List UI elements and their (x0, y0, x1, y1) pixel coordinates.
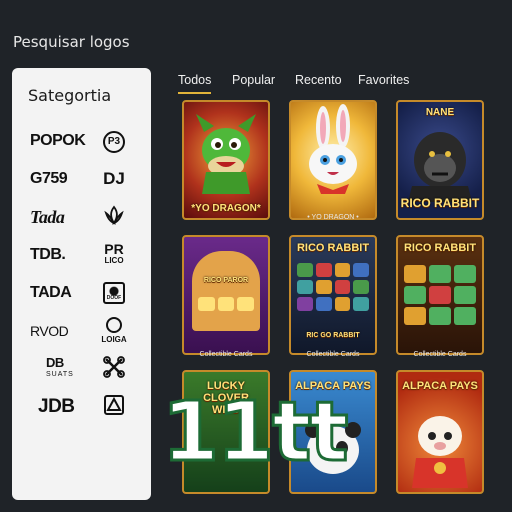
logo-rvod[interactable]: RVOD (12, 323, 94, 339)
reel-cell (198, 297, 215, 311)
logo-triangle-box[interactable] (94, 394, 134, 420)
reel-cell (454, 286, 476, 304)
sidebar-title: Sategortia (28, 86, 112, 105)
game-card-rico-rabbit-reels[interactable]: RICO RABBIT (396, 235, 484, 355)
reel-cell (404, 265, 426, 283)
p3-icon: P3 (103, 131, 125, 153)
clover-cross-icon (103, 355, 125, 378)
logo-row: G759 DJ (12, 160, 151, 198)
tab-todos[interactable]: Todos (178, 73, 212, 94)
game-card-yo-dragon[interactable]: *YO DRAGON* (182, 100, 270, 220)
reel-grid (297, 263, 369, 311)
card-caption: Collectible Cards (413, 351, 467, 358)
card-caption: Collectible Cards (306, 351, 360, 358)
logo-row: TDB. PR LICO (12, 236, 151, 274)
category-sidebar: Sategortia POPOK P3 G759 DJ Tada TDB. PR… (12, 68, 151, 500)
tab-recento[interactable]: Recento (295, 73, 342, 92)
loiga-icon (106, 316, 122, 333)
card-bottom-label: RIC GO RABBIT (306, 332, 360, 339)
dragon-art (196, 114, 256, 194)
gorilla-art (408, 132, 472, 202)
reel-cell (353, 297, 369, 311)
game-card-alpaca-pays[interactable]: ALPACA PAYS (396, 370, 484, 494)
watermark-text: 11tt (161, 385, 351, 480)
logo-row: DB SUATS (12, 350, 151, 388)
reel-cell (429, 265, 451, 283)
game-card-rico-rabbit-slots[interactable]: RICO RABBIT RIC GO RABBIT (289, 235, 377, 355)
logo-tada-script[interactable]: Tada (12, 207, 94, 228)
logo-grid: POPOK P3 G759 DJ Tada TDB. PR LICO TADA D… (12, 122, 151, 426)
slot-machine-frame (192, 251, 260, 331)
reel-cell (334, 297, 351, 311)
logo-doof[interactable]: DOOF (94, 282, 134, 304)
db-sub: SUATS (46, 371, 74, 378)
card-caption: Collectible Cards (199, 351, 253, 358)
logo-p3[interactable]: P3 (94, 129, 134, 153)
loiga-label: LOIGA (101, 334, 127, 344)
card-caption: • YO DRAGON • (307, 214, 359, 221)
reel-cell (454, 307, 476, 325)
reel-cell (454, 265, 476, 283)
logo-row: POPOK P3 (12, 122, 151, 160)
db-main: DB (46, 355, 64, 370)
game-card-rico-paror[interactable]: RICO PAROR (182, 235, 270, 355)
logo-row: Tada (12, 198, 151, 236)
tab-popular[interactable]: Popular (232, 73, 275, 92)
logo-row: RVOD LOIGA (12, 312, 151, 350)
lotus-icon (104, 205, 124, 225)
alpaca-art (412, 416, 468, 488)
reel-cell (237, 297, 254, 311)
logo-tdb[interactable]: TDB. (12, 246, 94, 264)
reel-cell (217, 297, 235, 311)
doof-icon: DOOF (103, 282, 125, 304)
prlico-sub: LICO (104, 256, 124, 265)
game-card-rico-rabbit-gorilla[interactable]: NANE RICO RABBIT (396, 100, 484, 220)
reel-cell (297, 263, 313, 277)
reel-cell (334, 263, 351, 277)
logo-row: JDB (12, 388, 151, 426)
logo-dj[interactable]: DJ (94, 169, 134, 189)
reel-cell (315, 263, 332, 277)
rabbit-art (309, 104, 357, 194)
logo-prlico[interactable]: PR LICO (94, 242, 134, 267)
reel-cell (404, 307, 426, 325)
reel-cell (429, 307, 451, 325)
card-title: RICO PAROR (203, 277, 249, 284)
logo-row: TADA DOOF (12, 274, 151, 312)
card-title: ALPACA PAYS (402, 380, 478, 392)
reel-cell (353, 280, 369, 294)
page-title: Pesquisar logos (13, 33, 130, 51)
logo-lotus[interactable] (94, 204, 134, 231)
tab-favorites[interactable]: Favorites (358, 73, 409, 92)
reel-cell (315, 297, 332, 311)
reel-cell (429, 286, 451, 304)
reel-cell (353, 263, 369, 277)
game-card-rabbit[interactable] (289, 100, 377, 220)
triangle-box-icon (104, 394, 124, 415)
card-title: RICO RABBIT (400, 196, 480, 210)
logo-g759[interactable]: G759 (12, 170, 94, 188)
card-title: *YO DRAGON* (191, 203, 261, 214)
logo-db-suats[interactable]: DB SUATS (12, 355, 94, 381)
reel-cell (297, 297, 313, 311)
logo-loiga[interactable]: LOIGA (94, 316, 134, 346)
reel-cell (297, 280, 313, 294)
reel-cell (334, 280, 351, 294)
logo-popok[interactable]: POPOK (12, 132, 94, 150)
logo-tada[interactable]: TADA (12, 284, 94, 302)
reel-grid (404, 265, 476, 325)
logo-clover-cross[interactable] (94, 355, 134, 384)
reel-cell (404, 286, 426, 304)
reel-grid (198, 297, 254, 311)
card-title: RICO RABBIT (403, 242, 477, 254)
card-title: RICO RABBIT (296, 242, 370, 254)
reel-cell (315, 280, 332, 294)
logo-jdb[interactable]: JDB (12, 396, 94, 418)
